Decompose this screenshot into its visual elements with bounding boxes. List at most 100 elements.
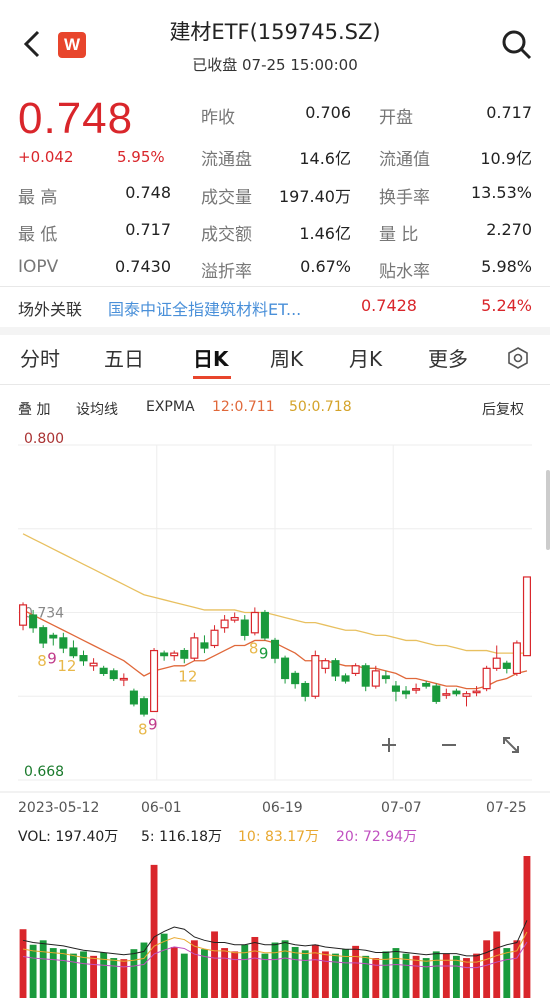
tab-five-day[interactable]: 五日 bbox=[104, 343, 144, 372]
float-value-value: 10.9亿 bbox=[480, 149, 532, 168]
tab-more[interactable]: 更多 bbox=[428, 343, 468, 372]
volume-bar bbox=[362, 955, 370, 998]
volume-bar bbox=[432, 951, 440, 998]
premium-rate-label: 溢折率 bbox=[201, 262, 252, 282]
x-axis-label: 06-01 bbox=[141, 800, 182, 816]
search-icon[interactable] bbox=[500, 28, 534, 62]
candle-body bbox=[381, 675, 390, 680]
page-title: 建材ETF(159745.SZ) bbox=[169, 20, 381, 44]
candle bbox=[240, 615, 249, 641]
volume-bar bbox=[160, 933, 168, 998]
volume-bar bbox=[382, 951, 390, 998]
x-axis-label: 2023-05-12 bbox=[18, 800, 99, 816]
volume-bar bbox=[321, 951, 329, 998]
candle bbox=[432, 683, 441, 704]
y-axis-label: 0.800 bbox=[24, 431, 64, 447]
candle-body bbox=[412, 688, 421, 691]
volume-value: 197.40万 bbox=[279, 187, 351, 206]
candle-body bbox=[321, 660, 330, 669]
related-fund-name[interactable]: 国泰中证全指建筑材料ET... bbox=[108, 296, 301, 320]
x-axis-label: 07-07 bbox=[381, 800, 422, 816]
candle-body bbox=[220, 619, 229, 629]
candle-body bbox=[240, 619, 249, 636]
candle bbox=[220, 615, 229, 633]
candle-body bbox=[89, 662, 98, 667]
float-value-label: 流通值 bbox=[379, 150, 430, 170]
volume-chart bbox=[19, 856, 531, 998]
plus-icon[interactable] bbox=[374, 730, 404, 760]
candle bbox=[522, 576, 531, 657]
volume-bar bbox=[332, 953, 339, 998]
tab-daily-k[interactable]: 日K bbox=[193, 343, 229, 372]
candle bbox=[291, 670, 300, 689]
float-shares-label: 流通盘 bbox=[201, 150, 252, 170]
candle bbox=[49, 632, 58, 646]
market-status: 已收盘 07-25 15:00:00 bbox=[192, 56, 358, 74]
candle bbox=[361, 663, 370, 692]
candle bbox=[79, 650, 88, 666]
tab-monthly-k[interactable]: 月K bbox=[349, 343, 382, 372]
set-ma-button[interactable]: 设均线 bbox=[76, 399, 118, 419]
candle bbox=[502, 660, 511, 674]
candle bbox=[270, 637, 280, 664]
candle-body bbox=[371, 670, 380, 687]
volume-bar bbox=[412, 955, 420, 998]
expma-label[interactable]: EXPMA bbox=[146, 399, 195, 415]
related-fund-pct: 5.24% bbox=[481, 296, 532, 315]
low-label: 最 低 bbox=[18, 225, 58, 245]
last-price: 0.748 bbox=[18, 94, 134, 143]
candle-body bbox=[281, 657, 290, 680]
candle bbox=[331, 658, 340, 682]
candle-body bbox=[200, 642, 209, 649]
volume-bar bbox=[261, 953, 269, 998]
candle-body bbox=[139, 698, 149, 715]
candle-body bbox=[160, 652, 169, 657]
candle-body bbox=[49, 634, 58, 639]
candle-body bbox=[502, 662, 511, 669]
signal-marker: 8 bbox=[138, 721, 148, 739]
expand-icon[interactable] bbox=[496, 730, 526, 760]
candlestick-chart[interactable]: 0.8000.7340.6688 9 128 9128 92023-05-12 06-01… bbox=[0, 425, 550, 825]
tab-weekly-k[interactable]: 周K bbox=[270, 343, 303, 372]
tab-intraday[interactable]: 分时 bbox=[20, 343, 60, 372]
candle bbox=[210, 625, 219, 649]
overlay-button[interactable]: 叠 加 bbox=[18, 399, 50, 419]
candle bbox=[59, 632, 68, 654]
scrollbar[interactable] bbox=[546, 470, 550, 550]
volume-label: 成交量 bbox=[201, 188, 252, 208]
prev-close-value: 0.706 bbox=[305, 103, 351, 122]
volume-bar bbox=[402, 953, 410, 998]
candle bbox=[412, 683, 421, 694]
candle bbox=[401, 686, 411, 699]
prev-close-label: 昨收 bbox=[201, 108, 235, 128]
candle-body bbox=[29, 614, 38, 629]
related-label: 场外关联 bbox=[18, 300, 83, 319]
volume-ma20-label: 20: 72.94万 bbox=[336, 829, 418, 845]
volume-bar bbox=[120, 959, 128, 998]
candle bbox=[341, 673, 350, 684]
candle-body bbox=[391, 685, 400, 692]
volume-bar bbox=[180, 953, 188, 998]
adjust-button[interactable]: 后复权 bbox=[482, 399, 524, 419]
open-value: 0.717 bbox=[486, 103, 532, 122]
candle-body bbox=[331, 660, 340, 677]
candle bbox=[139, 696, 149, 717]
volume-bar bbox=[523, 856, 531, 998]
candle-body bbox=[19, 604, 28, 626]
candle bbox=[492, 645, 501, 671]
turnover-label: 成交额 bbox=[201, 225, 252, 245]
volume-bar bbox=[150, 864, 158, 998]
ema12-value: 12:0.711 bbox=[212, 399, 275, 415]
volume-bar bbox=[190, 940, 198, 998]
signal-marker: 9 bbox=[259, 644, 269, 662]
turnover-rate-label: 换手率 bbox=[379, 188, 430, 208]
turnover-value: 1.46亿 bbox=[299, 224, 351, 243]
candle bbox=[119, 673, 128, 687]
discount-rate-label: 贴水率 bbox=[379, 262, 430, 282]
volume-bar bbox=[493, 931, 501, 998]
candle-body bbox=[301, 682, 310, 697]
settings-icon[interactable] bbox=[507, 347, 529, 369]
minus-icon[interactable] bbox=[434, 730, 464, 760]
volume-bar bbox=[49, 948, 57, 998]
signal-marker: 12 bbox=[178, 667, 197, 685]
